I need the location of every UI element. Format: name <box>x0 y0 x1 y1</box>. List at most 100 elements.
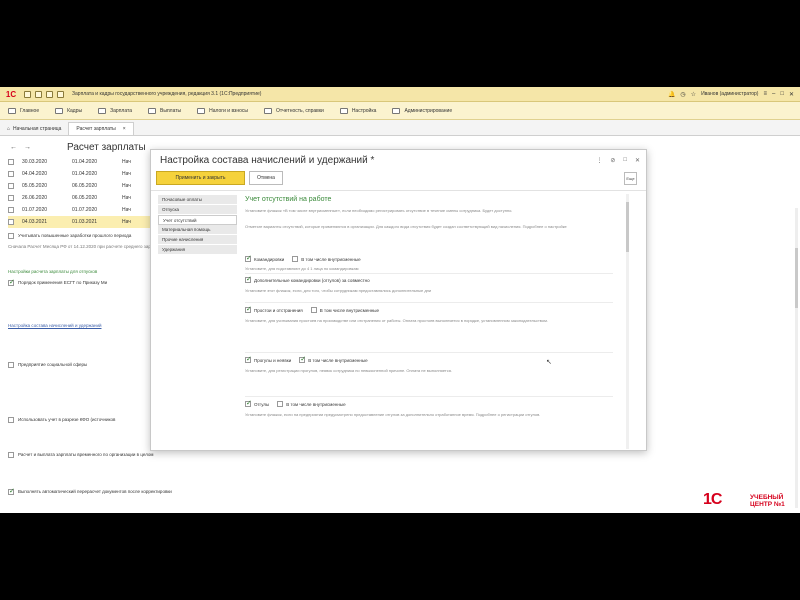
settings-dialog: Настройка состава начислений и удержаний… <box>150 149 647 451</box>
option-label: Расчет и выплата зарплаты временного по … <box>18 452 154 457</box>
intrashift-checkbox[interactable] <box>299 355 306 363</box>
menu-item-settings[interactable]: Настройка <box>332 102 385 120</box>
option-label: Порядок применения ЕСГТ по Приказу Ми <box>18 280 108 285</box>
close-icon[interactable]: ✕ <box>789 91 794 98</box>
link-icon[interactable]: ⊘ <box>610 157 615 164</box>
forward-arrow-icon[interactable]: → <box>24 144 31 151</box>
user-name[interactable]: Иванов (администратор) <box>701 91 758 97</box>
menu-item-admin[interactable]: Администрирование <box>384 102 460 120</box>
main-scrollbar[interactable] <box>795 208 798 508</box>
history-icon[interactable]: ◷ <box>680 91 685 98</box>
app-window: 1С Зарплата и кадры государственного учр… <box>0 87 800 513</box>
option-label: Учитывать повышенные заработки прошлого … <box>18 233 132 238</box>
menu-item-icon <box>148 107 157 114</box>
row-checkbox[interactable] <box>8 171 14 177</box>
checkbox[interactable] <box>8 417 14 423</box>
absenteeism-checkbox[interactable] <box>245 355 252 363</box>
close-icon[interactable]: ✕ <box>635 157 640 164</box>
dialog-scrollbar[interactable] <box>626 194 629 449</box>
option-label: В том числе внутрисменные <box>286 401 346 407</box>
menu-item-reports[interactable]: Отчетность, справки <box>256 102 332 120</box>
close-icon[interactable]: × <box>123 126 126 132</box>
row-checkbox[interactable] <box>8 207 14 213</box>
option-label: Отгулы <box>254 401 270 407</box>
business-trips-checkbox[interactable] <box>245 254 252 262</box>
option-label: Дополнительные командировки (отгулов) за… <box>254 277 370 283</box>
option-label: Выполнять автоматический перерасчет доку… <box>18 489 172 494</box>
list-item[interactable]: 26.06.2020 06.05.2020 Нач <box>8 192 156 204</box>
list-item[interactable]: 04.03.2021 01.03.2021 Нач <box>8 216 156 228</box>
window-title: Зарплата и кадры государственного учрежд… <box>72 91 262 97</box>
menu-item-taxes[interactable]: Налоги и взносы <box>189 102 256 120</box>
dialog-title: Настройка состава начислений и удержаний… <box>160 155 375 166</box>
menu-item-icon <box>98 107 107 114</box>
intrashift-checkbox[interactable] <box>292 256 299 262</box>
menu-item-hr[interactable]: Кадры <box>47 102 90 120</box>
row-checkbox[interactable] <box>8 195 14 201</box>
form-title: Расчет зарплаты <box>67 142 146 153</box>
downtime-checkbox[interactable] <box>245 305 252 313</box>
section-item-vacations[interactable]: Отпуска <box>158 205 237 215</box>
checkbox[interactable] <box>8 487 15 495</box>
option-note: Установите флажок, если на предприятии п… <box>245 412 541 417</box>
list-item[interactable]: 04.04.2020 01.04.2020 Нач <box>8 168 156 180</box>
more-vertical-icon[interactable]: ⋮ <box>596 157 602 164</box>
star-icon[interactable]: ☆ <box>691 91 696 98</box>
option-row: Простои и отстранения В том числе внутри… <box>245 305 379 313</box>
option-note: Установите, для подставляют до 4 1 лица … <box>245 266 359 271</box>
row-checkbox[interactable] <box>8 183 14 189</box>
row-checkbox[interactable] <box>8 219 14 225</box>
forward-icon[interactable] <box>57 90 64 98</box>
section-menu: Главное Кадры Зарплата Выплаты Налоги и … <box>0 102 800 120</box>
checkbox[interactable] <box>8 362 14 368</box>
menu-item-payments[interactable]: Выплаты <box>140 102 189 120</box>
checkbox[interactable] <box>8 233 14 239</box>
list-item[interactable]: 30.03.2020 01.04.2020 Нач <box>8 156 156 168</box>
scrollbar-thumb[interactable] <box>626 202 629 252</box>
scrollbar-thumb[interactable] <box>795 248 798 308</box>
option-label: Командировки <box>254 256 285 262</box>
settings-icon[interactable]: ≡ <box>763 91 767 97</box>
menu-icon[interactable] <box>24 90 31 98</box>
section-item-absences[interactable]: Учет отсутствий <box>158 215 237 225</box>
settings-link[interactable]: Настройка состава начислений и удержаний <box>8 323 150 329</box>
back-arrow-icon[interactable]: ← <box>10 144 17 151</box>
maximize-icon[interactable]: □ <box>623 157 627 164</box>
menu-item-icon <box>197 107 206 114</box>
checkbox[interactable] <box>8 278 15 286</box>
row-checkbox[interactable] <box>8 159 14 165</box>
section-item-other-accruals[interactable]: Прочие начисления <box>158 235 237 245</box>
home-icon[interactable] <box>35 90 42 98</box>
more-button[interactable]: Еще <box>624 172 637 185</box>
time-off-checkbox[interactable] <box>245 399 252 407</box>
minimize-icon[interactable]: – <box>772 91 775 97</box>
tab-bar: ⌂ Начальная страница Расчет зарплаты × <box>0 120 800 136</box>
checkbox[interactable] <box>8 452 14 458</box>
menu-item-main[interactable]: Главное <box>0 102 47 120</box>
note-text: Сначала Расчет Месяца РФ от 14.12.2020 п… <box>8 244 150 249</box>
training-center-logo: 1С УЧЕБНЫЙ ЦЕНТР №1 <box>703 491 798 513</box>
intrashift-checkbox[interactable] <box>277 401 284 407</box>
option-label: Предприятие социальной сферы <box>18 362 88 367</box>
section-item-material-aid[interactable]: Материальная помощь <box>158 225 237 235</box>
list-item[interactable]: 01.07.2020 01.07.2020 Нач <box>8 204 156 216</box>
option-label: В том числе внутрисменные <box>301 256 361 262</box>
home-icon: ⌂ <box>7 125 11 132</box>
divider <box>245 352 613 353</box>
list-item[interactable]: 05.05.2020 06.05.2020 Нач <box>8 180 156 192</box>
extra-trips-checkbox[interactable] <box>245 275 252 283</box>
section-item-hourly[interactable]: Почасовые оплаты <box>158 195 237 205</box>
back-icon[interactable] <box>46 90 53 98</box>
section-item-deductions[interactable]: Удержания <box>158 245 237 255</box>
cancel-button[interactable]: Отмена <box>249 171 283 185</box>
tab-salary-calc[interactable]: Расчет зарплаты × <box>68 122 134 135</box>
maximize-icon[interactable]: □ <box>780 91 784 97</box>
menu-item-salary[interactable]: Зарплата <box>90 102 140 120</box>
apply-and-close-button[interactable]: Применить и закрыть <box>156 171 245 185</box>
more-label: Еще <box>626 176 635 181</box>
mouse-cursor-icon: ↖ <box>546 359 552 366</box>
bell-icon[interactable]: 🔔 <box>668 91 675 98</box>
tab-home[interactable]: ⌂ Начальная страница <box>0 122 68 135</box>
intrashift-checkbox[interactable] <box>310 307 317 313</box>
menu-item-icon <box>339 107 348 114</box>
